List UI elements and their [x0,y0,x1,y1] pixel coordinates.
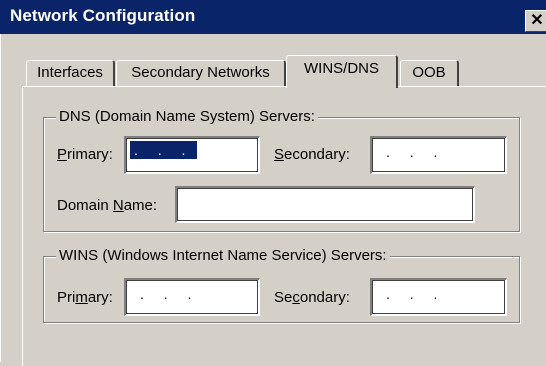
tab-oob[interactable]: OOB [400,60,459,86]
tab-interfaces[interactable]: Interfaces [26,60,115,86]
window-title: Network Configuration [10,6,196,25]
close-button[interactable]: ✕ [525,10,546,32]
tab-secondary-networks[interactable]: Secondary Networks [116,60,286,86]
tab-panel-wins-dns [22,86,546,366]
title-bar: Network Configuration ✕ [0,0,546,34]
tab-wins-dns[interactable]: WINS/DNS [286,55,398,88]
close-icon: ✕ [530,12,544,29]
